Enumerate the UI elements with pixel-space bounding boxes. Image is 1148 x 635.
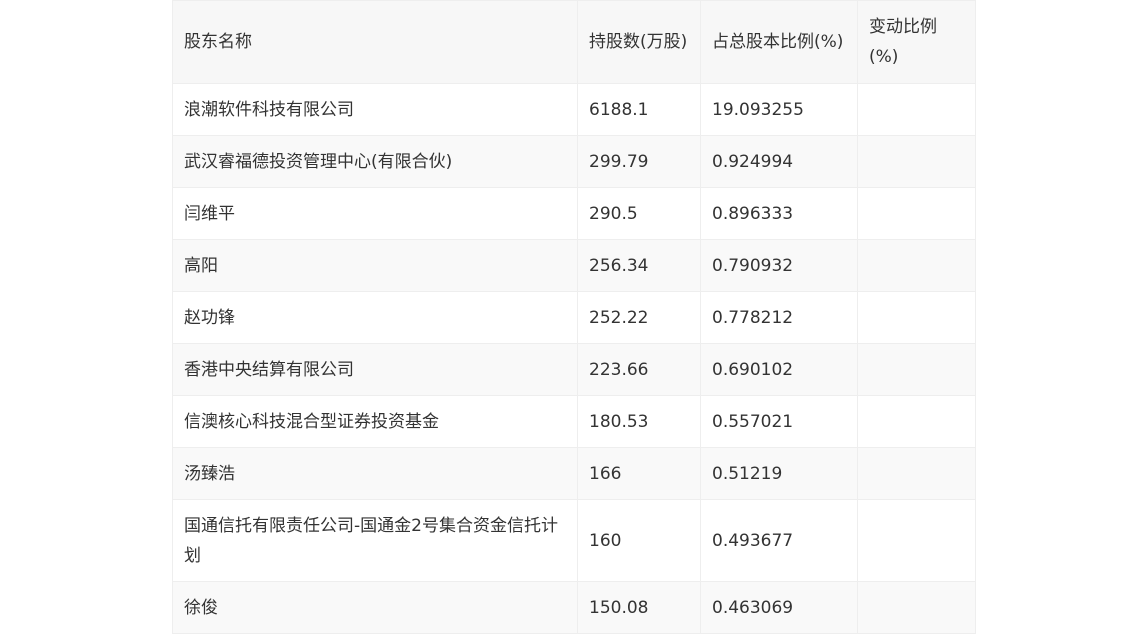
cell-change-ratio bbox=[857, 581, 976, 634]
cell-shares-held: 252.22 bbox=[577, 291, 701, 344]
header-change-ratio: 变动比例(%) bbox=[857, 0, 976, 84]
cell-share-ratio: 0.557021 bbox=[700, 395, 858, 448]
cell-shares-held: 290.5 bbox=[577, 187, 701, 240]
cell-share-ratio: 0.896333 bbox=[700, 187, 858, 240]
cell-shares-held: 160 bbox=[577, 499, 701, 582]
cell-shareholder-name: 高阳 bbox=[172, 239, 578, 292]
cell-shareholder-name: 赵功锋 bbox=[172, 291, 578, 344]
table-row: 高阳 256.34 0.790932 bbox=[172, 239, 976, 292]
cell-share-ratio: 0.690102 bbox=[700, 343, 858, 396]
cell-shareholder-name: 浪潮软件科技有限公司 bbox=[172, 83, 578, 136]
cell-shares-held: 6188.1 bbox=[577, 83, 701, 136]
cell-shareholder-name: 武汉睿福德投资管理中心(有限合伙) bbox=[172, 135, 578, 188]
cell-change-ratio bbox=[857, 291, 976, 344]
cell-share-ratio: 0.51219 bbox=[700, 447, 858, 500]
cell-shareholder-name: 信澳核心科技混合型证券投资基金 bbox=[172, 395, 578, 448]
cell-share-ratio: 0.790932 bbox=[700, 239, 858, 292]
cell-shareholder-name: 香港中央结算有限公司 bbox=[172, 343, 578, 396]
cell-share-ratio: 0.463069 bbox=[700, 581, 858, 634]
cell-shareholder-name: 徐俊 bbox=[172, 581, 578, 634]
cell-change-ratio bbox=[857, 343, 976, 396]
cell-change-ratio bbox=[857, 187, 976, 240]
cell-shareholder-name: 汤臻浩 bbox=[172, 447, 578, 500]
cell-share-ratio: 0.924994 bbox=[700, 135, 858, 188]
table-row: 赵功锋 252.22 0.778212 bbox=[172, 291, 976, 344]
table-row: 信澳核心科技混合型证券投资基金 180.53 0.557021 bbox=[172, 395, 976, 448]
cell-share-ratio: 0.778212 bbox=[700, 291, 858, 344]
shareholder-table: 股东名称 持股数(万股) 占总股本比例(%) 变动比例(%) 浪潮软件科技有限公… bbox=[172, 0, 976, 634]
header-shares-held: 持股数(万股) bbox=[577, 0, 701, 84]
cell-change-ratio bbox=[857, 83, 976, 136]
cell-shares-held: 299.79 bbox=[577, 135, 701, 188]
cell-shares-held: 150.08 bbox=[577, 581, 701, 634]
table-header-row: 股东名称 持股数(万股) 占总股本比例(%) 变动比例(%) bbox=[172, 0, 976, 84]
table-row: 国通信托有限责任公司-国通金2号集合资金信托计划 160 0.493677 bbox=[172, 499, 976, 582]
cell-shares-held: 256.34 bbox=[577, 239, 701, 292]
cell-shareholder-name: 国通信托有限责任公司-国通金2号集合资金信托计划 bbox=[172, 499, 578, 582]
cell-change-ratio bbox=[857, 499, 976, 582]
table-row: 徐俊 150.08 0.463069 bbox=[172, 581, 976, 634]
cell-shareholder-name: 闫维平 bbox=[172, 187, 578, 240]
cell-change-ratio bbox=[857, 239, 976, 292]
table-row: 浪潮软件科技有限公司 6188.1 19.093255 bbox=[172, 83, 976, 136]
table-row: 香港中央结算有限公司 223.66 0.690102 bbox=[172, 343, 976, 396]
cell-change-ratio bbox=[857, 447, 976, 500]
cell-shares-held: 166 bbox=[577, 447, 701, 500]
cell-share-ratio: 0.493677 bbox=[700, 499, 858, 582]
cell-change-ratio bbox=[857, 395, 976, 448]
table-row: 汤臻浩 166 0.51219 bbox=[172, 447, 976, 500]
shareholder-table-container: 股东名称 持股数(万股) 占总股本比例(%) 变动比例(%) 浪潮软件科技有限公… bbox=[172, 0, 976, 634]
header-share-ratio: 占总股本比例(%) bbox=[700, 0, 858, 84]
cell-share-ratio: 19.093255 bbox=[700, 83, 858, 136]
table-row: 武汉睿福德投资管理中心(有限合伙) 299.79 0.924994 bbox=[172, 135, 976, 188]
header-shareholder-name: 股东名称 bbox=[172, 0, 578, 84]
cell-change-ratio bbox=[857, 135, 976, 188]
cell-shares-held: 223.66 bbox=[577, 343, 701, 396]
cell-shares-held: 180.53 bbox=[577, 395, 701, 448]
table-row: 闫维平 290.5 0.896333 bbox=[172, 187, 976, 240]
